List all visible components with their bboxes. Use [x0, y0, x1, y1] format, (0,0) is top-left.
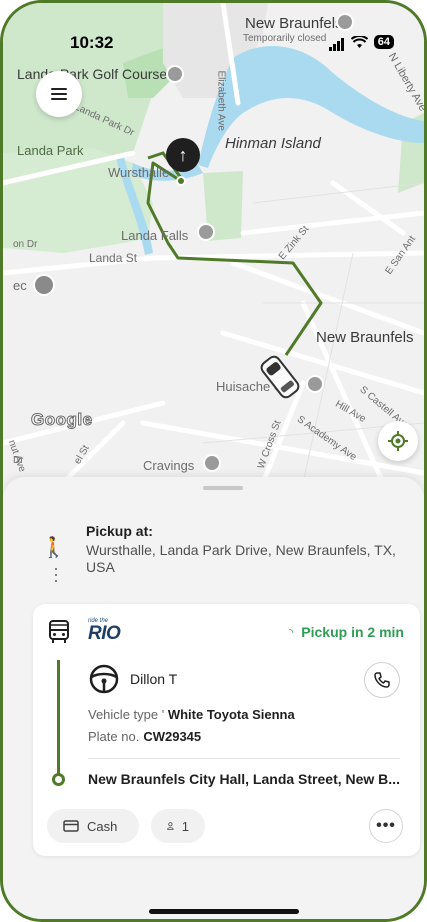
- poi-marker[interactable]: [203, 454, 221, 472]
- passenger-count: 1: [181, 818, 189, 834]
- ride-card: ride the RIO ◝ Pickup in 2 min Dillon T: [33, 604, 420, 856]
- pickup-title: Pickup at:: [86, 523, 153, 539]
- signal-wave-icon: ◝: [289, 626, 294, 639]
- plate-number: Plate no. CW29345: [88, 729, 201, 744]
- eta-text: Pickup in 2 min: [301, 624, 404, 640]
- status-time: 10:32: [70, 33, 114, 52]
- passenger-chip[interactable]: 1: [151, 809, 205, 843]
- map-label: Wursthalle: [108, 165, 170, 180]
- battery-indicator: 64: [373, 35, 394, 49]
- ride-bottom-sheet[interactable]: 🚶 Pickup at: Wursthalle, Landa Park Driv…: [3, 477, 424, 919]
- more-icon: •••: [376, 817, 396, 834]
- status-icons: 64: [328, 33, 394, 51]
- map-view[interactable]: New Braunfels Temporarily closed N Liber…: [3, 3, 424, 503]
- navigation-arrow-icon[interactable]: ↑: [166, 138, 200, 172]
- map-label: Landa Park: [17, 143, 84, 158]
- call-driver-button[interactable]: [364, 662, 400, 698]
- map-label: New Braunfels: [245, 15, 343, 32]
- brand-name: RIO: [88, 623, 121, 644]
- route-dots: [55, 568, 57, 586]
- destination-address: New Braunfels City Hall, Landa Street, N…: [88, 771, 400, 787]
- brand-logo: ride the RIO: [88, 618, 121, 644]
- driver-name: Dillon T: [130, 671, 178, 687]
- recenter-button[interactable]: [378, 421, 418, 461]
- payment-chip[interactable]: Cash: [47, 809, 139, 843]
- driver-row: Dillon T: [88, 661, 400, 698]
- map-label: New Braunfels: [316, 329, 414, 346]
- phone-frame: New Braunfels Temporarily closed N Liber…: [0, 0, 427, 922]
- vehicle-type-value: White Toyota Sienna: [167, 707, 295, 722]
- map-label: Dr: [13, 455, 24, 466]
- map-label: Temporarily closed: [243, 33, 327, 44]
- card-icon: [63, 820, 79, 832]
- map-label: ec: [13, 278, 27, 293]
- vehicle-type: Vehicle type ' White Toyota Sienna: [88, 707, 295, 722]
- divider: [88, 758, 400, 759]
- menu-icon: [51, 85, 67, 103]
- poi-marker[interactable]: [33, 274, 55, 296]
- walk-icon: 🚶: [41, 537, 66, 559]
- steering-wheel-icon: [89, 664, 119, 694]
- pickup-address: Wursthalle, Landa Park Drive, New Braunf…: [86, 542, 396, 575]
- map-label: on Dr: [13, 239, 38, 250]
- plate-label: Plate no.: [88, 729, 140, 744]
- home-indicator[interactable]: [149, 909, 299, 914]
- plate-value: CW29345: [143, 729, 202, 744]
- route-line: [57, 660, 60, 775]
- wifi-icon: [350, 35, 368, 48]
- google-logo: Google: [31, 410, 93, 430]
- map-label: Landa Falls: [121, 228, 189, 243]
- eta-badge: ◝ Pickup in 2 min: [289, 624, 404, 640]
- map-label: Hinman Island: [225, 135, 321, 152]
- bus-icon: [49, 620, 69, 643]
- vehicle-type-label: Vehicle type: [88, 707, 159, 722]
- poi-marker[interactable]: [166, 65, 184, 83]
- map-label: Elizabeth Ave: [215, 70, 227, 131]
- poi-marker[interactable]: [336, 13, 354, 31]
- pickup-location-dot: [176, 176, 186, 186]
- menu-button[interactable]: [36, 71, 82, 117]
- map-label: Cravings: [143, 458, 195, 473]
- sheet-drag-handle[interactable]: [203, 486, 243, 490]
- vehicle-type-sep: ': [158, 707, 168, 722]
- payment-label: Cash: [87, 818, 118, 834]
- signal-icon: [328, 33, 345, 51]
- poi-marker[interactable]: [306, 375, 324, 393]
- more-options-button[interactable]: •••: [369, 809, 403, 843]
- locate-icon: [388, 431, 408, 451]
- destination-marker: [52, 773, 65, 786]
- poi-marker[interactable]: [197, 223, 215, 241]
- person-icon: [167, 822, 174, 830]
- phone-icon: [374, 672, 390, 688]
- map-label: Landa St: [89, 251, 138, 265]
